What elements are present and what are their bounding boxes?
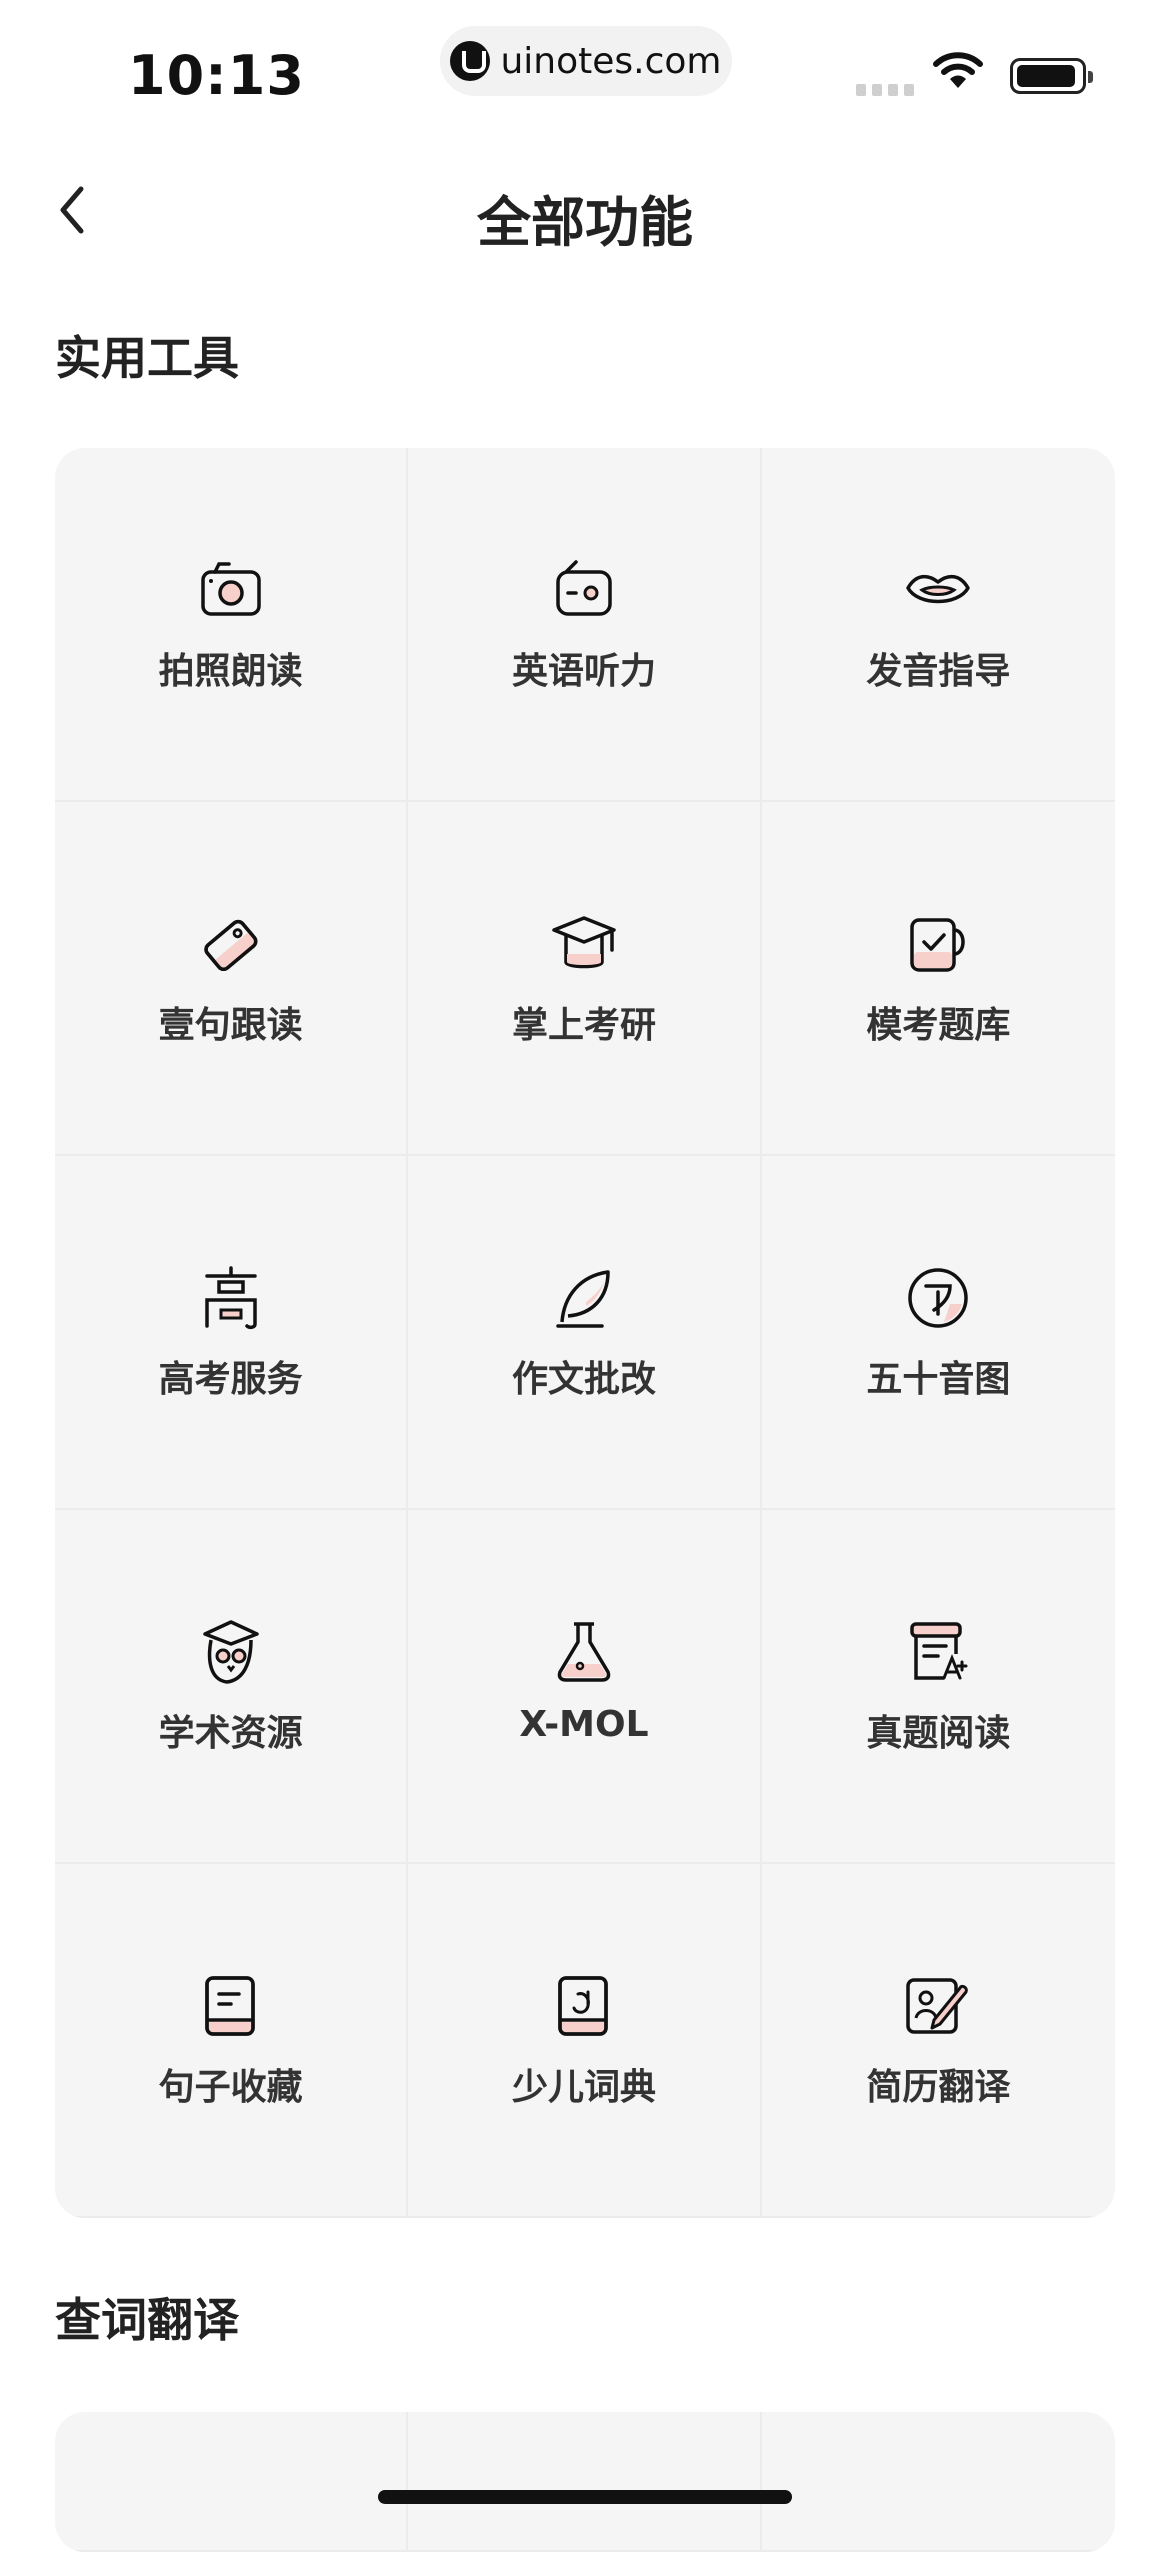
status-bar: 10:13 uinotes.com	[0, 0, 1170, 140]
graduation-cap-icon	[552, 916, 616, 969]
kids-dictionary-icon	[558, 1976, 608, 2036]
grid-item-partial[interactable]	[55, 2412, 409, 2552]
tools-grid: 拍照朗读 英语听力 发音指导 壹句跟读 掌上考研 模考题库 高考服务 作文批改 …	[55, 448, 1115, 2218]
gao-char-icon	[204, 1266, 257, 1330]
section-title-tools: 实用工具	[55, 331, 239, 385]
grid-item-sentence-follow[interactable]: 壹句跟读	[55, 802, 409, 1156]
grid-item-partial[interactable]	[408, 2412, 762, 2552]
checklist-icon	[910, 918, 966, 972]
kana-icon	[908, 1268, 969, 1328]
nav-bar: 全部功能	[0, 150, 1170, 270]
grid-item-postgrad[interactable]: 掌上考研	[408, 802, 762, 1156]
url-text: uinotes.com	[500, 40, 722, 82]
status-time: 10:13	[128, 44, 305, 107]
grid-item-mock-exam[interactable]: 模考题库	[761, 802, 1115, 1156]
grid-item-kids-dictionary[interactable]: 少儿词典	[408, 1864, 762, 2218]
grid-item-photo-read[interactable]: 拍照朗读	[55, 448, 409, 802]
grid-item-pronunciation[interactable]: 发音指导	[761, 448, 1115, 802]
grid-item-resume-translation[interactable]: 简历翻译	[761, 1864, 1115, 2218]
wifi-icon	[933, 52, 983, 88]
grid-item-label: 简历翻译	[866, 2067, 1011, 2108]
grid-item-xmol[interactable]: X-MOL	[408, 1510, 762, 1864]
flask-icon	[557, 1622, 611, 1682]
grid-item-sentence-favorites[interactable]: 句子收藏	[55, 1864, 409, 2218]
grid-item-label: 作文批改	[511, 1359, 656, 1400]
tag-icon	[203, 919, 258, 971]
grid-item-label: 少儿词典	[511, 2067, 656, 2108]
grid-item-label: 英语听力	[511, 651, 656, 692]
grid-item-label: 高考服务	[158, 1359, 303, 1400]
grid-item-label: 发音指导	[866, 651, 1011, 692]
grid-item-english-listening[interactable]: 英语听力	[408, 448, 762, 802]
grid-item-label: 真题阅读	[866, 1713, 1011, 1754]
owl-icon	[202, 1620, 259, 1684]
cellular-signal-icon	[856, 84, 918, 96]
grid-item-label: 学术资源	[158, 1713, 303, 1754]
grid-item-label: 模考题库	[866, 1005, 1011, 1046]
grid-item-label: X-MOL	[519, 1704, 649, 1745]
translate-grid	[55, 2412, 1115, 2552]
page-title: 全部功能	[477, 191, 693, 254]
camera-icon	[200, 562, 261, 616]
grid-item-kana-chart[interactable]: 五十音图	[761, 1156, 1115, 1510]
grid-item-gaokao[interactable]: 高考服务	[55, 1156, 409, 1510]
radio-icon	[556, 560, 612, 616]
feather-icon	[556, 1270, 610, 1328]
resume-edit-icon	[906, 1978, 969, 2034]
grid-item-label: 五十音图	[866, 1359, 1011, 1400]
grid-item-exam-reading[interactable]: 真题阅读	[761, 1510, 1115, 1864]
book-icon	[204, 1976, 255, 2036]
home-indicator	[378, 2490, 792, 2504]
grid-item-label: 拍照朗读	[158, 651, 303, 692]
battery-icon	[1010, 58, 1093, 94]
section-title-translate: 查词翻译	[55, 2293, 239, 2347]
url-pill[interactable]: uinotes.com	[440, 26, 732, 96]
grid-item-label: 壹句跟读	[158, 1005, 303, 1046]
grid-item-essay-correction[interactable]: 作文批改	[408, 1156, 762, 1510]
lips-icon	[906, 574, 971, 604]
site-logo-icon	[450, 41, 491, 81]
grid-item-label: 掌上考研	[511, 1005, 656, 1046]
grid-item-partial[interactable]	[761, 2412, 1115, 2552]
grid-item-label: 句子收藏	[158, 2067, 303, 2108]
grid-item-academic[interactable]: 学术资源	[55, 1510, 409, 1864]
scroll-icon	[910, 1622, 968, 1680]
